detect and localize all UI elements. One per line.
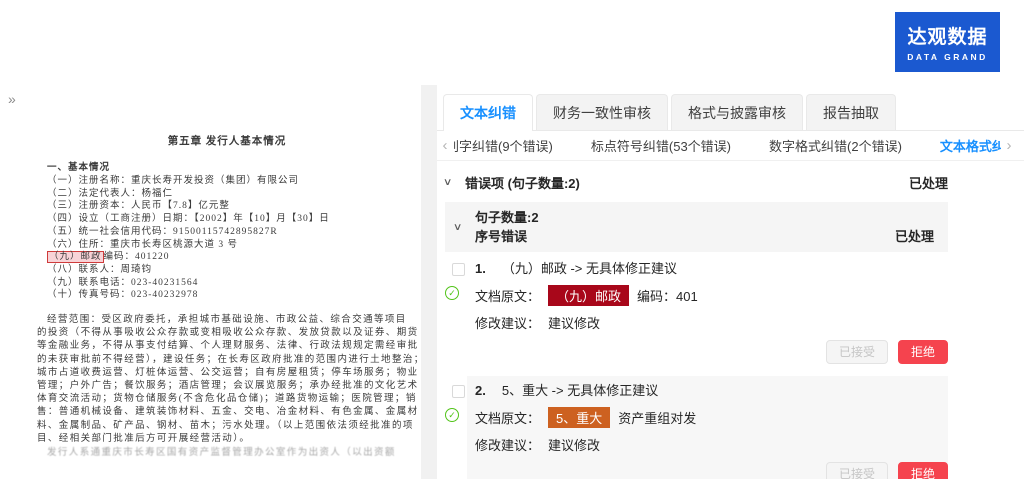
accepted-button[interactable]: 已接受 bbox=[826, 340, 888, 364]
tab-financial-consistency[interactable]: 财务一致性审核 bbox=[536, 94, 668, 130]
paragraph-line: 城市占道收费运营、灯桩体运营、公交运营；自有房屋租赁；停车场服务；物业 bbox=[37, 367, 417, 380]
reject-button[interactable]: 拒绝 bbox=[898, 340, 948, 364]
subtab-punctuation-errors[interactable]: 标点符号纠错(53个错误) bbox=[591, 131, 731, 160]
source-rest: 编码：401 bbox=[637, 286, 698, 305]
item-title: 5、重大 -> 无具体修正建议 bbox=[502, 383, 658, 398]
item-title-row: 2. 5、重大 -> 无具体修正建议 bbox=[475, 382, 948, 400]
item-source-row: 文档原文： （九）邮政 编码：401 bbox=[475, 285, 948, 306]
error-section-title: 错误项 (句子数量:2) bbox=[465, 173, 909, 192]
paragraph-line: 体育交流活动；货物仓储服务(不含危化品仓储)；道路货物运输；医院管理；销 bbox=[37, 393, 417, 406]
item-actions: 已接受 拒绝 bbox=[475, 462, 948, 479]
document-line: （六）住所：重庆市长寿区桃源大道 3 号 bbox=[37, 239, 417, 252]
item-title-row: 1. （九）邮政 -> 无具体修正建议 bbox=[475, 260, 948, 278]
error-highlight-chip: （九）邮政 bbox=[548, 285, 629, 306]
subtab-text-format-errors[interactable]: 文本格式纠错(3个错误) bbox=[940, 131, 1001, 160]
item-suggestion-row: 修改建议： 建议修改 bbox=[475, 435, 948, 454]
error-item: 2. 5、重大 -> 无具体修正建议 文档原文： 5、重大 资产重组对发 修改建议… bbox=[445, 374, 948, 479]
item-checkbox[interactable] bbox=[452, 385, 465, 398]
item-title: （九）邮政 -> 无具体修正建议 bbox=[502, 261, 677, 276]
document-line: （十）传真号码：023-40232978 bbox=[37, 289, 417, 302]
reject-button[interactable]: 拒绝 bbox=[898, 462, 948, 479]
document-preview-pane: » 第五章 发行人基本情况 一、基本情况 （一）注册名称：重庆长寿开发投资（集团… bbox=[0, 85, 421, 479]
paragraph-line: 料、金属制品、矿产品、钢材、苗木；污水处理。（以上范围依法须经批准的项 bbox=[37, 420, 417, 433]
subtab-typo-errors[interactable]: 别字纠错(9个错误) bbox=[453, 131, 553, 160]
document-line-rest: 编码：401220 bbox=[104, 252, 170, 262]
document-line: （五）统一社会信用代码：91500115742895827R bbox=[37, 226, 417, 239]
paragraph-line: 经营范围：受区政府委托，承担城市基础设施、市政公益、综合交通等项目 bbox=[37, 314, 417, 327]
app-window: 达观数据 DATA GRAND » 第五章 发行人基本情况 一、基本情况 （一）… bbox=[0, 0, 1024, 479]
document-line: （八）联系人：周琦钧 bbox=[37, 264, 417, 277]
document-line: （一）注册名称：重庆长寿开发投资（集团）有限公司 bbox=[37, 175, 417, 188]
subtab-number-format-errors[interactable]: 数字格式纠错(2个错误) bbox=[769, 131, 902, 160]
source-rest: 资产重组对发 bbox=[618, 408, 696, 427]
document-line: （九）联系电话：023-40231564 bbox=[37, 277, 417, 290]
document-line-with-highlight: （九）邮政编码：401220 bbox=[37, 251, 417, 264]
source-label: 文档原文： bbox=[475, 286, 540, 305]
chevron-down-icon[interactable]: ∨ bbox=[453, 222, 471, 233]
document-section-heading: 一、基本情况 bbox=[37, 162, 417, 175]
document-chapter-title: 第五章 发行人基本情况 bbox=[37, 133, 417, 148]
accepted-button[interactable]: 已接受 bbox=[826, 462, 888, 479]
tab-report-extraction[interactable]: 报告抽取 bbox=[806, 94, 896, 130]
check-circle-icon bbox=[445, 286, 459, 300]
error-group-card[interactable]: ∨ 句子数量:2 序号错误 已处理 bbox=[445, 202, 948, 252]
document-page: 第五章 发行人基本情况 一、基本情况 （一）注册名称：重庆长寿开发投资（集团）有… bbox=[37, 85, 417, 460]
document-line: （四）设立（工商注册）日期：【2002】年【10】月【30】日 bbox=[37, 213, 417, 226]
group-error-type: 序号错误 bbox=[475, 227, 895, 246]
main-tab-bar: 文本纠错 财务一致性审核 格式与披露审核 报告抽取 bbox=[437, 97, 1024, 131]
paragraph-line: 的未获审批前不得经营），建设任务；在长寿区政府批准的范围内进行土地整治； bbox=[37, 354, 417, 367]
business-scope-paragraph: 经营范围：受区政府委托，承担城市基础设施、市政公益、综合交通等项目 的投资（不得… bbox=[37, 314, 417, 446]
subtab-prev-icon[interactable]: ‹ bbox=[437, 137, 453, 154]
group-status-badge: 已处理 bbox=[895, 226, 934, 245]
check-circle-icon bbox=[445, 408, 459, 422]
logo-subtitle: DATA GRAND bbox=[907, 52, 988, 62]
paragraph-line: 管理；户外广告；餐饮服务；酒店管理；会议展览服务；承办经批准的文化艺术 bbox=[37, 380, 417, 393]
subtab-next-icon[interactable]: › bbox=[1001, 137, 1017, 154]
chevron-down-icon[interactable]: ∨ bbox=[443, 177, 461, 188]
group-sentence-count: 句子数量:2 bbox=[475, 208, 895, 227]
datagrand-logo: 达观数据 DATA GRAND bbox=[895, 12, 1000, 72]
item-actions: 已接受 拒绝 bbox=[475, 340, 948, 368]
document-line: （二）法定代表人：杨福仁 bbox=[37, 188, 417, 201]
suggestion-label: 修改建议： bbox=[475, 435, 540, 454]
item-index: 1. bbox=[475, 261, 486, 276]
section-status-badge: 已处理 bbox=[909, 173, 948, 192]
source-label: 文档原文： bbox=[475, 408, 540, 427]
item-index: 2. bbox=[475, 383, 486, 398]
suggestion-text: 建议修改 bbox=[548, 435, 600, 454]
paragraph-line-partial: 发行人系通重庆市长寿区国有资产监督管理办公室作为出资人（以出资额 bbox=[37, 447, 417, 460]
subtab-bar: ‹ 别字纠错(9个错误) 标点符号纠错(53个错误) 数字格式纠错(2个错误) … bbox=[437, 131, 1024, 161]
paragraph-line: 的投资（不得从事吸收公众存款或变相吸收公众存款、发放贷款以及证券、期货 bbox=[37, 327, 417, 340]
error-section-header: ∨ 错误项 (句子数量:2) 已处理 bbox=[445, 173, 948, 192]
logo-title: 达观数据 bbox=[907, 22, 987, 49]
item-checkbox[interactable] bbox=[452, 263, 465, 276]
collapse-sidebar-icon[interactable]: » bbox=[8, 91, 16, 107]
tab-format-disclosure[interactable]: 格式与披露审核 bbox=[671, 94, 803, 130]
review-panel: 文本纠错 财务一致性审核 格式与披露审核 报告抽取 ‹ 别字纠错(9个错误) 标… bbox=[437, 85, 1024, 479]
document-line: （三）注册资本：人民币【7.8】亿元整 bbox=[37, 200, 417, 213]
error-item: 1. （九）邮政 -> 无具体修正建议 文档原文： （九）邮政 编码：401 修改… bbox=[445, 252, 948, 374]
paragraph-line: 售：普通机械设备、建筑装饰材料、五金、交电、冶金材料、有色金属、金属材 bbox=[37, 406, 417, 419]
suggestion-text: 建议修改 bbox=[548, 313, 600, 332]
error-highlight-box[interactable]: （九）邮政 bbox=[47, 251, 104, 263]
error-highlight-chip: 5、重大 bbox=[548, 407, 610, 428]
item-source-row: 文档原文： 5、重大 资产重组对发 bbox=[475, 407, 948, 428]
error-group-info: 句子数量:2 序号错误 bbox=[475, 208, 895, 246]
tab-text-correction[interactable]: 文本纠错 bbox=[443, 94, 533, 131]
paragraph-line: 等金融业务，不得从事支付结算、个人理财服务、法律、行政法规规定需经审批 bbox=[37, 340, 417, 353]
subtab-scroll-area: 别字纠错(9个错误) 标点符号纠错(53个错误) 数字格式纠错(2个错误) 文本… bbox=[453, 131, 1001, 160]
item-suggestion-row: 修改建议： 建议修改 bbox=[475, 313, 948, 332]
pane-divider bbox=[421, 85, 437, 479]
suggestion-label: 修改建议： bbox=[475, 313, 540, 332]
paragraph-line: 目、经相关部门批准后方可开展经营活动）。 bbox=[37, 433, 417, 446]
